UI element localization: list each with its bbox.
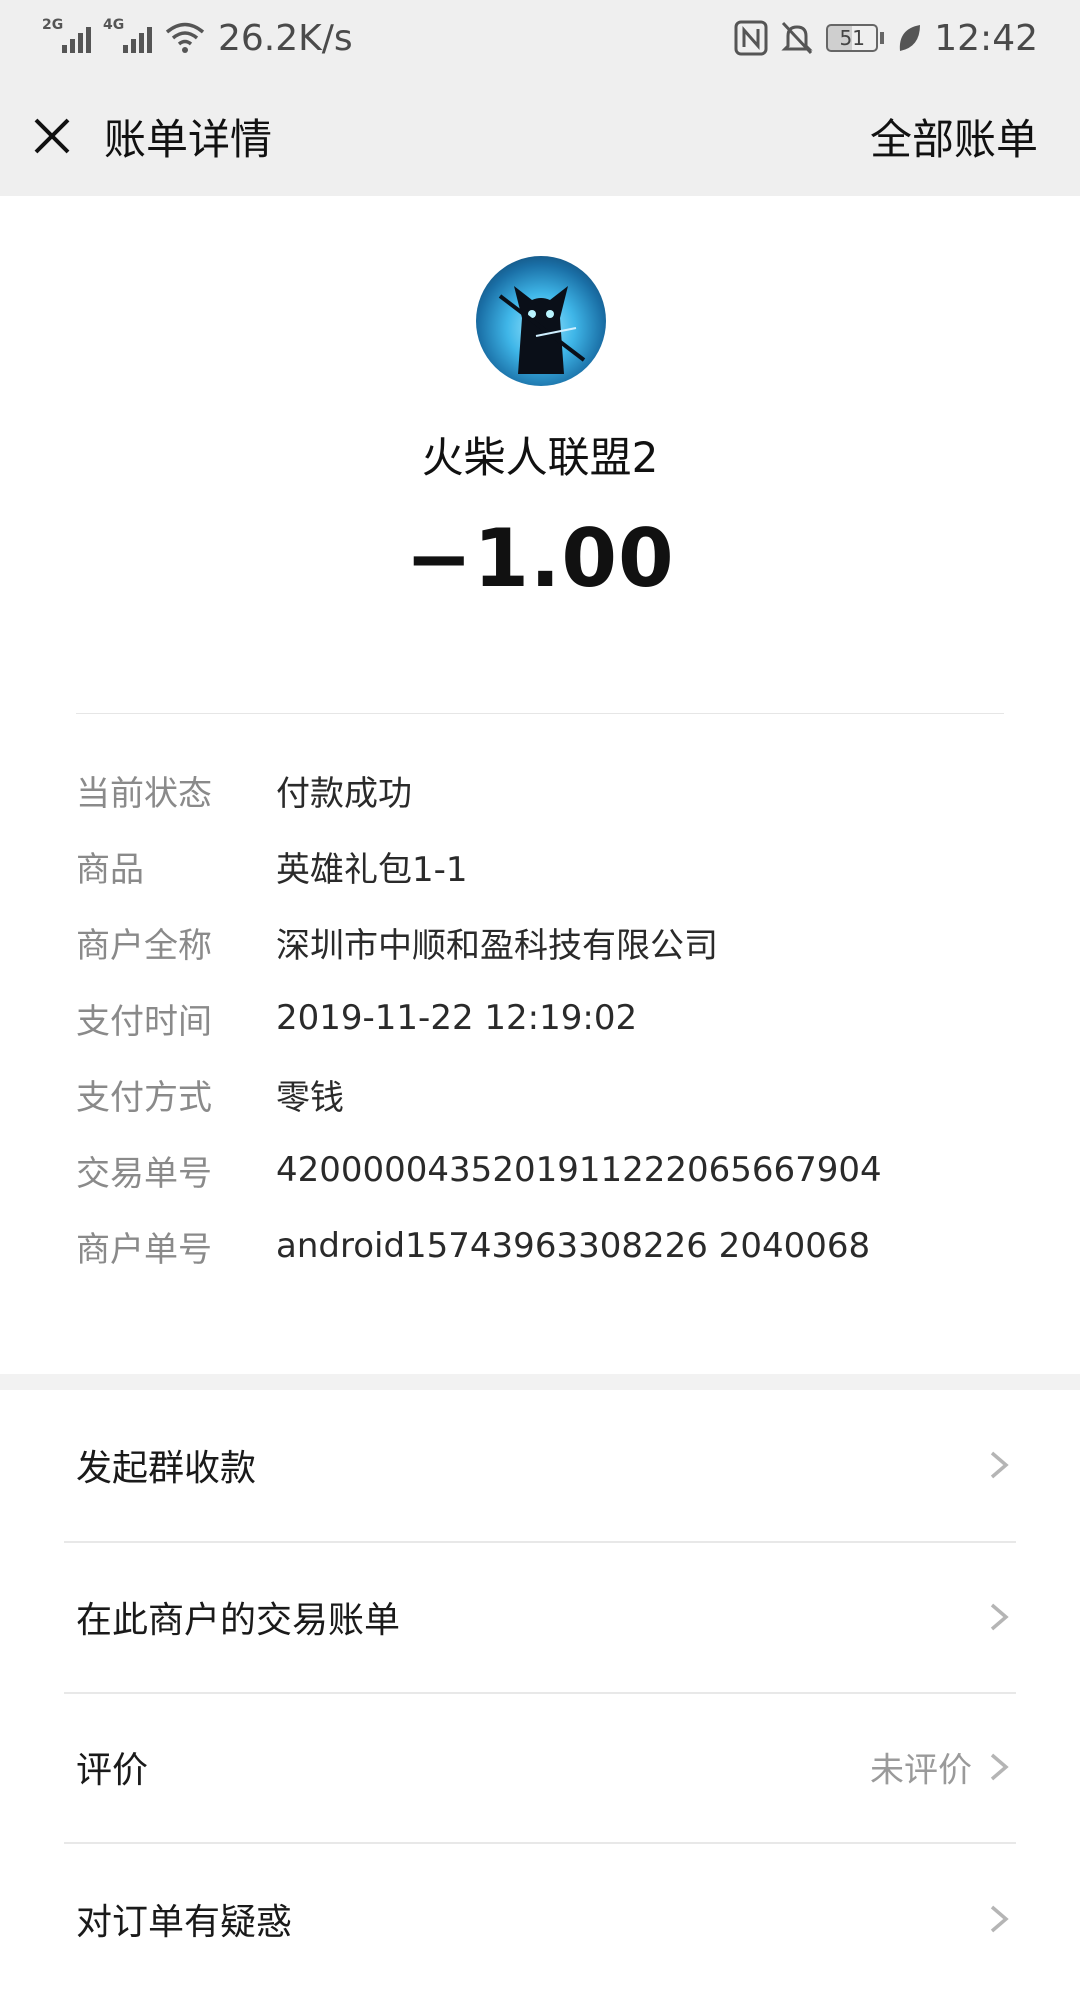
menu-item-label: 评价 [76,1750,149,1791]
menu-item-order-question[interactable]: 对订单有疑惑 [0,1844,1080,1994]
detail-label: 支付方式 [76,1077,212,1118]
status-bar: 2G 4G 26.2K/s 51 12:42 [0,0,1080,76]
chevron-right-icon [990,1905,1009,1933]
detail-row-merchant-order-id: 商户单号 android15743963308226 2040068 [0,1216,1080,1276]
detail-row-merchant: 商户全称 深圳市中顺和盈科技有限公司 [0,912,1080,972]
detail-row-product: 商品 英雄礼包1-1 [0,836,1080,896]
detail-row-transaction-id: 交易单号 4200000435201911222065667904 [0,1140,1080,1200]
mute-icon [781,21,813,55]
chevron-right-icon [990,1451,1009,1479]
detail-label: 商户单号 [76,1229,212,1270]
network-type-2: 4G [103,17,125,33]
battery-level: 51 [826,24,879,52]
detail-value: 英雄礼包1-1 [276,849,468,890]
detail-label: 支付时间 [76,1001,212,1042]
review-status: 未评价 [870,1750,972,1791]
detail-row-status: 当前状态 付款成功 [0,760,1080,820]
bill-header: 火柴人联盟2 −1.00 [0,196,1080,716]
detail-label: 交易单号 [76,1153,212,1194]
detail-label: 商品 [76,849,144,890]
network-speed: 26.2K/s [218,17,353,59]
chevron-right-icon [990,1753,1009,1781]
section-gap [0,1374,1080,1390]
detail-row-pay-time: 支付时间 2019-11-22 12:19:02 [0,988,1080,1048]
menu-item-label: 发起群收款 [76,1448,257,1489]
all-bills-link[interactable]: 全部账单 [870,106,1038,167]
amount: −1.00 [405,512,675,605]
network-type-1: 2G [42,17,64,33]
battery-icon: 51 [826,24,885,52]
nfc-icon [734,20,768,56]
detail-label: 当前状态 [76,773,212,814]
signal-icon: 2G [42,17,91,53]
menu-item-review[interactable]: 评价 未评价 [0,1692,1080,1842]
signal-icon-2: 4G [103,17,152,53]
status-left: 2G 4G 26.2K/s [42,17,353,59]
menu-item-merchant-bills[interactable]: 在此商户的交易账单 [0,1542,1080,1692]
detail-value: 4200000435201911222065667904 [276,1150,882,1190]
detail-value: 2019-11-22 12:19:02 [276,998,638,1038]
detail-row-pay-method: 支付方式 零钱 [0,1064,1080,1124]
page-title: 账单详情 [104,114,273,164]
status-right: 51 12:42 [734,18,1038,59]
detail-label: 商户全称 [76,925,212,966]
detail-value: 付款成功 [276,773,412,814]
merchant-avatar [476,256,606,386]
leaf-icon [900,25,921,51]
detail-value: android15743963308226 2040068 [276,1226,871,1266]
menu-item-label: 在此商户的交易账单 [76,1600,401,1641]
detail-value: 零钱 [276,1077,344,1118]
close-icon[interactable] [30,114,74,158]
detail-value: 深圳市中顺和盈科技有限公司 [276,925,718,966]
menu-item-group-collect[interactable]: 发起群收款 [0,1390,1080,1540]
chevron-right-icon [990,1603,1009,1631]
merchant-name: 火柴人联盟2 [421,433,659,482]
nav-bar: 账单详情 全部账单 [0,76,1080,196]
clock: 12:42 [934,17,1038,59]
divider [76,713,1004,714]
wifi-icon [165,22,205,53]
menu-item-label: 对订单有疑惑 [76,1902,293,1943]
